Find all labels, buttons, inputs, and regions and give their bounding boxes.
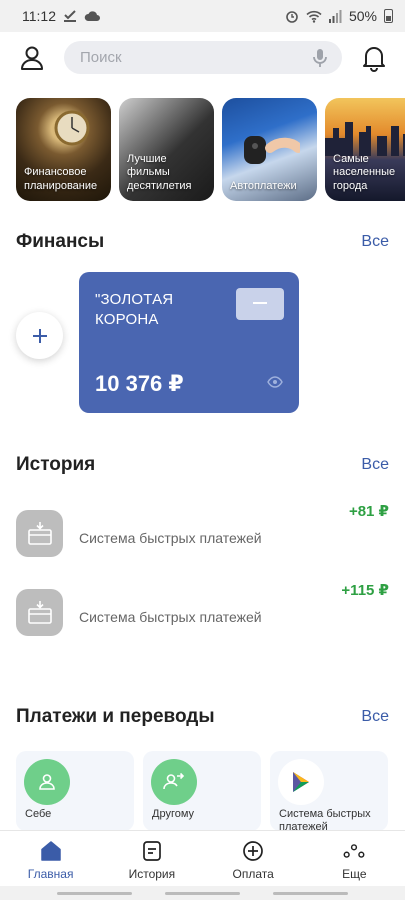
plus-icon (32, 328, 47, 343)
bank-card[interactable]: "ЗОЛОТАЯ КОРОНА 10 376 ₽ (79, 272, 299, 413)
more-icon (343, 844, 365, 858)
wallet-download-icon (27, 600, 52, 624)
alarm-icon (286, 11, 298, 23)
eye-icon[interactable] (267, 376, 283, 388)
card-chip-icon (236, 288, 284, 320)
story-card[interactable]: Автоплатежи (222, 98, 317, 201)
search-bar[interactable] (64, 41, 342, 74)
story-label: Самые населенные города (333, 152, 396, 192)
card-balance: 10 376 ₽ (95, 371, 184, 396)
pay-sbp-label: Система быстрых платежей (279, 808, 371, 831)
mic-icon[interactable] (312, 48, 328, 68)
transaction-icon (16, 510, 63, 557)
person-icon (39, 774, 55, 790)
nav-home-label: Главная (27, 867, 74, 881)
download-done-icon (64, 10, 76, 22)
bottom-nav: Главная История Оплата Еще (0, 830, 405, 886)
battery-icon (384, 9, 393, 23)
pay-other-label: Другому (152, 808, 195, 820)
pay-other-tile[interactable]: Другому (143, 751, 261, 831)
transaction-row[interactable]: Система быстрых платежей +115 ₽ (16, 582, 389, 639)
city-skyline-image (325, 122, 405, 156)
transaction-amount: +115 ₽ (341, 582, 389, 599)
gesture-handle (56, 891, 132, 895)
stories-carousel[interactable]: Финансовое планирование Лучшие фильмы де… (16, 98, 405, 202)
pay-other-circle (151, 759, 197, 805)
system-gesture-bar (0, 886, 405, 900)
story-label: Финансовое планирование (24, 166, 98, 192)
nav-more[interactable]: Еще (304, 831, 405, 886)
history-icon (143, 841, 161, 861)
battery-percent: 50% (348, 8, 377, 24)
nav-home[interactable]: Главная (0, 831, 101, 886)
transaction-row[interactable]: Система быстрых платежей +81 ₽ (16, 503, 389, 560)
nav-history-label: История (128, 867, 176, 881)
finance-all-link[interactable]: Все (361, 233, 389, 251)
transaction-amount: +81 ₽ (348, 503, 389, 520)
history-title: История (16, 454, 96, 475)
signal-icon (328, 9, 342, 23)
transaction-title: Система быстрых платежей (79, 530, 262, 546)
search-input[interactable] (80, 49, 312, 66)
plus-circle-icon (243, 841, 263, 861)
story-card[interactable]: Самые населенные города (325, 98, 405, 201)
pay-sbp-tile[interactable]: Система быстрых платежей (270, 751, 388, 831)
sbp-logo-icon (293, 772, 309, 792)
wallet-download-icon (27, 521, 52, 545)
person-transfer-icon (163, 772, 185, 790)
finance-title: Финансы (16, 231, 105, 252)
payments-all-link[interactable]: Все (361, 708, 389, 726)
history-all-link[interactable]: Все (361, 456, 389, 474)
add-card-button[interactable] (16, 312, 63, 359)
nav-more-label: Еще (342, 867, 367, 881)
nav-payment-label: Оплата (232, 867, 274, 881)
pay-self-tile[interactable]: Себе (16, 751, 134, 831)
status-time: 11:12 (22, 8, 56, 24)
card-name: "ЗОЛОТАЯ КОРОНА (95, 291, 174, 328)
transaction-icon (16, 589, 63, 636)
story-label: Автоплатежи (230, 179, 297, 192)
story-card[interactable]: Финансовое планирование (16, 98, 111, 201)
pay-sbp-circle (278, 759, 324, 805)
payments-title: Платежи и переводы (16, 706, 215, 727)
status-bar: 11:12 50% (0, 0, 405, 32)
profile-icon[interactable] (18, 44, 46, 72)
transaction-title: Система быстрых платежей (79, 609, 262, 625)
story-label: Лучшие фильмы десятилетия (127, 152, 192, 192)
story-card[interactable]: Лучшие фильмы десятилетия (119, 98, 214, 201)
nav-history[interactable]: История (101, 831, 202, 886)
car-key-image (244, 136, 300, 164)
pocket-watch-image (54, 110, 90, 146)
gesture-handle (273, 891, 349, 895)
home-icon (40, 841, 61, 861)
gesture-handle (164, 891, 240, 895)
nav-payment[interactable]: Оплата (203, 831, 304, 886)
bell-icon[interactable] (360, 43, 388, 73)
pay-self-label: Себе (25, 808, 52, 820)
cloud-icon (84, 10, 100, 21)
top-bar (0, 38, 405, 78)
wifi-icon (306, 10, 322, 23)
pay-self-circle (24, 759, 70, 805)
